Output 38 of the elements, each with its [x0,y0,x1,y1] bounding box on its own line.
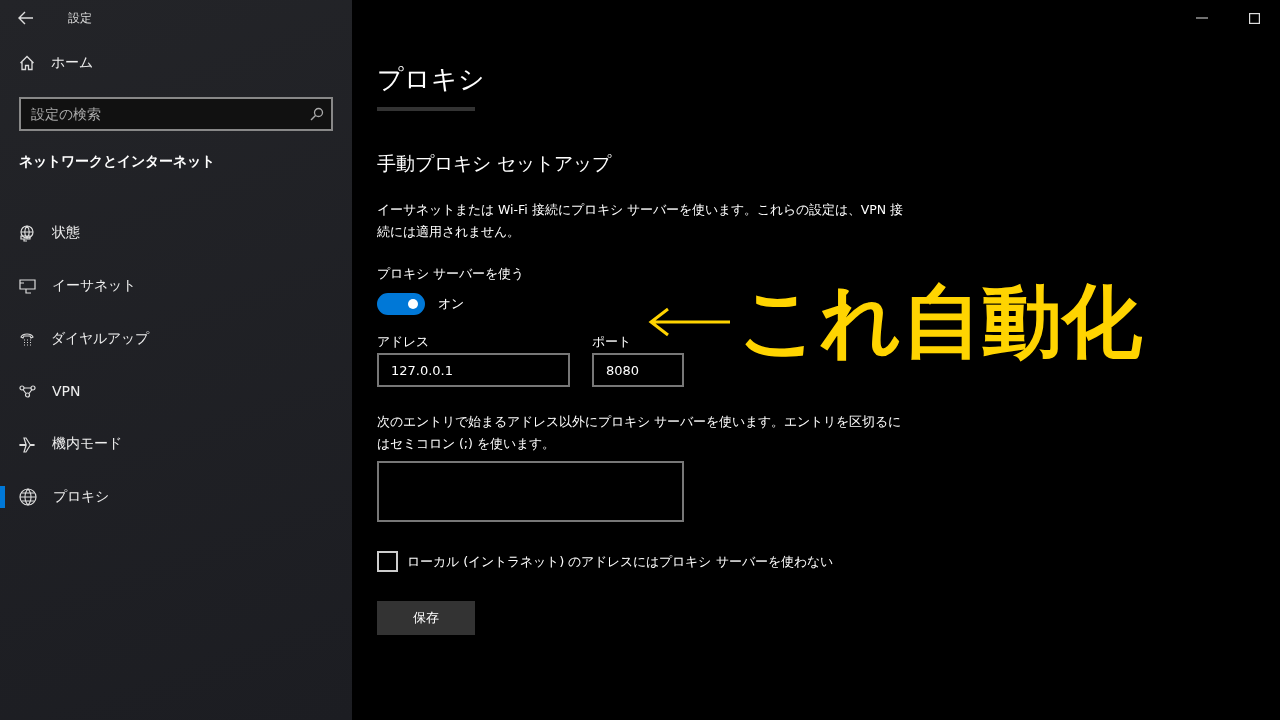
section-heading: 手動プロキシ セットアップ [377,151,613,176]
port-label: ポート [592,333,632,351]
maximize-icon [1248,12,1260,24]
address-input-field[interactable]: 127.0.0.1 [377,353,570,387]
minimize-icon [1196,17,1208,19]
section-heading: ネットワークとインターネット [19,153,216,171]
left-arrow-icon [648,305,730,339]
window-title: 設定 [68,9,92,27]
monitor-icon [19,278,36,294]
search-icon [310,107,324,121]
port-input-field[interactable]: 8080 [592,353,684,387]
phone-icon [19,331,35,347]
sidebar-item[interactable]: 機内モード [0,417,352,471]
search-field[interactable]: 設定の検索 [19,97,333,131]
exceptions-description: 次のエントリで始まるアドレス以外にプロキシ サーバーを使います。エントリを区切るにはセミコロン (;) を使います。 [377,413,902,453]
save-button[interactable]: 保存 [377,601,475,635]
house-icon [19,54,35,71]
sidebar-item[interactable]: VPN [0,365,352,418]
airplane-icon [19,435,36,453]
description-text: イーサネットまたは Wi-Fi 接続にプロキシ サーバーを使います。これらの設定は、VPN 接続には適用されません。 [377,201,905,241]
sidebar-item[interactable]: イーサネット [0,259,352,313]
back-arrow-icon [18,11,34,25]
sidebar-item[interactable]: ダイヤルアップ [0,312,352,366]
checkbox[interactable] [377,551,398,572]
sidebar-item[interactable]: プロキシ [0,470,352,524]
toggle-switch[interactable] [377,293,425,315]
home-nav-item[interactable]: ホーム [0,36,352,89]
page-title: プロキシ [377,63,486,96]
checkbox-label: ローカル (イントラネット) のアドレスにはプロキシ サーバーを使わない [407,552,833,571]
toggle-label: プロキシ サーバーを使う [377,265,526,283]
annotation-text: これ自動化 [738,282,1142,362]
sidebar-item[interactable]: 状態 [0,207,352,260]
vpn-icon [19,384,36,398]
exceptions-input-field[interactable] [377,461,684,522]
toggle-state-text: オン [438,295,464,313]
globe-icon [19,487,37,506]
address-label: アドレス [377,333,430,351]
globe-monitor-icon [19,224,36,242]
